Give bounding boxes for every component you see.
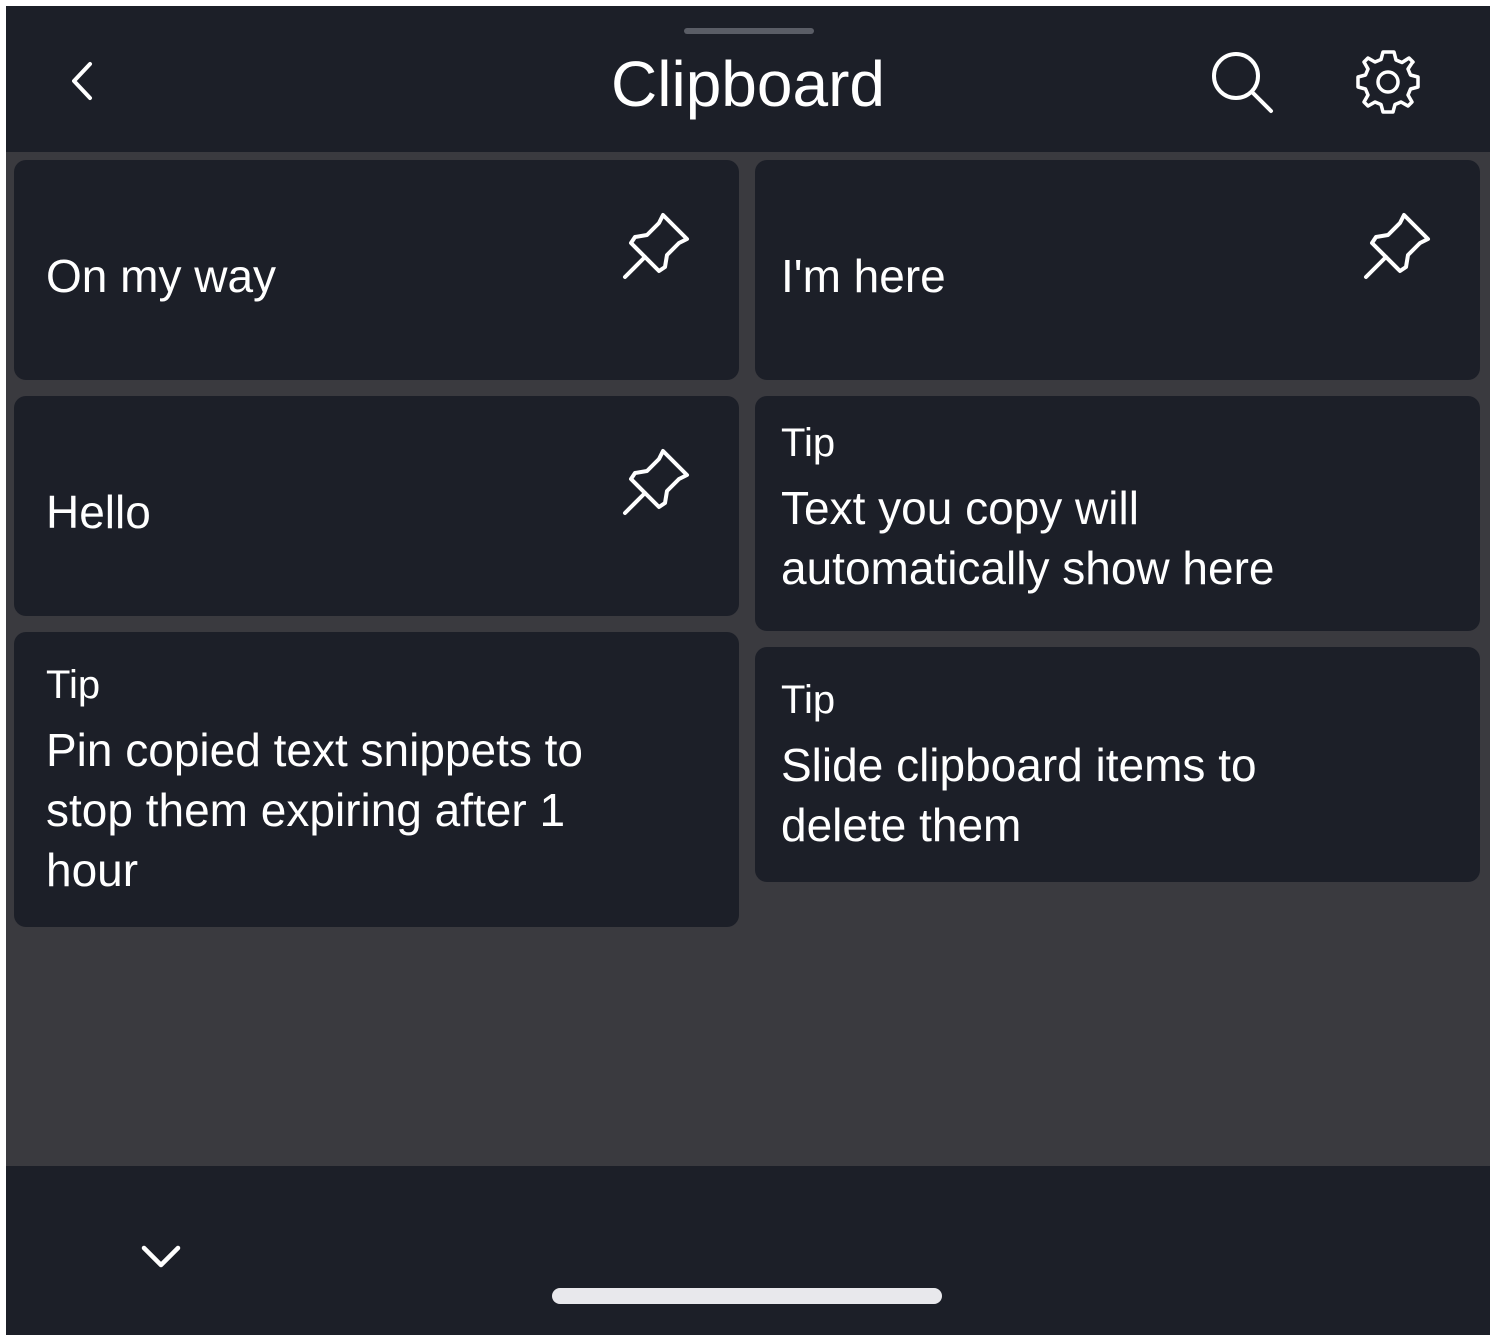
tip-card[interactable]: Tip Pin copied text snippets to stop the… <box>14 632 739 927</box>
pin-icon <box>623 213 689 279</box>
tip-label: Tip <box>781 678 836 722</box>
clipboard-item-text: Hello <box>46 486 151 538</box>
clipboard-item-text: I'm here <box>781 250 946 302</box>
tip-label: Tip <box>46 663 101 707</box>
gear-icon <box>1356 50 1420 114</box>
search-button[interactable] <box>1202 42 1282 122</box>
clipboard-item[interactable]: Hello <box>14 396 739 616</box>
tip-card[interactable]: Tip Text you copy will automatically sho… <box>755 396 1480 631</box>
footer-bar <box>6 1166 1490 1335</box>
header-bar: Clipboard <box>6 6 1490 152</box>
drag-handle[interactable] <box>684 28 814 34</box>
tip-label: Tip <box>781 421 836 465</box>
pin-icon <box>623 449 689 515</box>
search-icon <box>1212 52 1273 113</box>
home-indicator[interactable] <box>552 1288 942 1304</box>
pin-icon <box>1364 213 1430 279</box>
pin-button[interactable] <box>616 442 696 522</box>
settings-button[interactable] <box>1346 42 1430 122</box>
clipboard-item[interactable]: On my way <box>14 160 739 380</box>
tip-text: Pin copied text snippets to stop them ex… <box>46 724 583 896</box>
pin-button[interactable] <box>1357 206 1437 286</box>
collapse-button[interactable] <box>126 1226 196 1286</box>
clipboard-item[interactable]: I'm here <box>755 160 1480 380</box>
clipboard-panel: Clipboard On my way I'm here Hello Tip T… <box>6 6 1490 1335</box>
pin-button[interactable] <box>616 206 696 286</box>
chevron-down-icon <box>141 1245 181 1268</box>
tip-text: Text you copy will automatically show he… <box>781 482 1275 594</box>
tip-card[interactable]: Tip Slide clipboard items to delete them <box>755 647 1480 882</box>
tip-text: Slide clipboard items to delete them <box>781 739 1257 851</box>
clipboard-item-text: On my way <box>46 250 277 302</box>
